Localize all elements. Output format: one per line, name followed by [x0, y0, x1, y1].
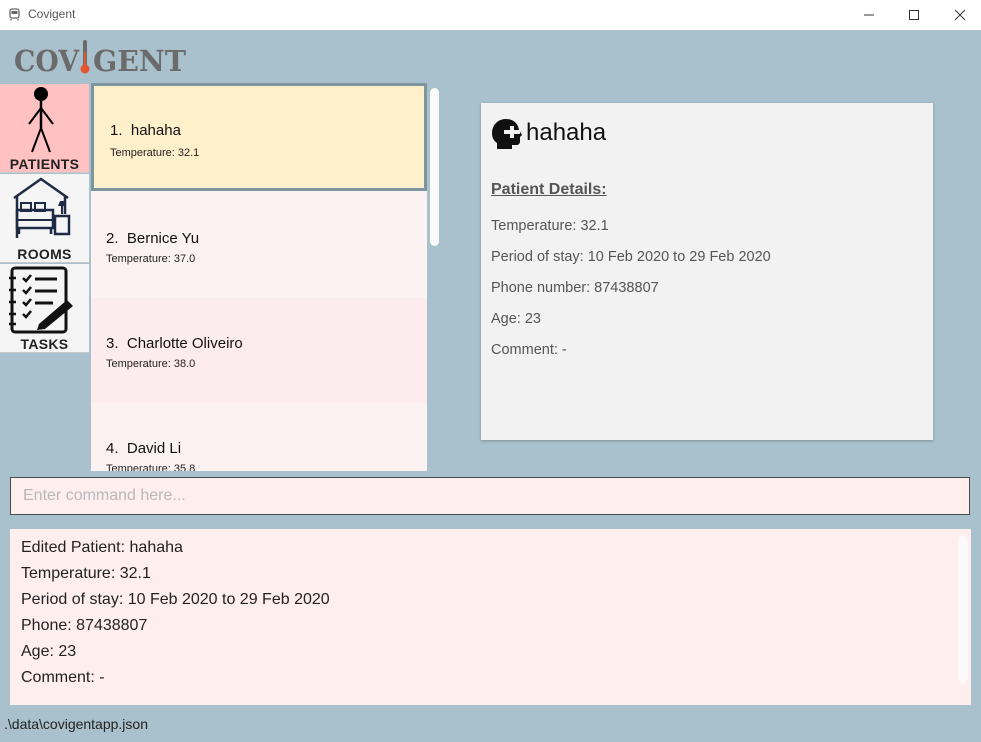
- nav-rooms[interactable]: ROOMS: [0, 174, 89, 263]
- result-line: Temperature: 32.1: [21, 565, 151, 582]
- status-bar: .\data\covigentapp.json: [0, 705, 981, 742]
- nav-tasks[interactable]: TASKS: [0, 264, 89, 353]
- command-input[interactable]: [11, 478, 969, 514]
- patient-detail-panel: hahaha Patient Details: Temperature: 32.…: [481, 103, 933, 440]
- result-line: Age: 23: [21, 643, 77, 660]
- minimize-icon: [864, 14, 874, 16]
- detail-patient-name: hahaha: [526, 119, 607, 146]
- patient-name: 2. Bernice Yu: [106, 230, 200, 247]
- save-location: .\data\covigentapp.json: [4, 716, 148, 732]
- result-line: Comment: -: [21, 669, 105, 686]
- nav-tasks-label: TASKS: [20, 336, 69, 352]
- detail-phone: Phone number: 87438807: [491, 280, 659, 296]
- checklist-icon: [9, 266, 73, 334]
- nav-rooms-label: ROOMS: [17, 246, 72, 262]
- close-icon: [954, 9, 966, 21]
- patient-temperature: Temperature: 35.8: [106, 463, 196, 471]
- maximize-icon: [909, 10, 919, 20]
- patient-card[interactable]: 1. hahaha Temperature: 32.1: [91, 83, 427, 191]
- patient-list[interactable]: 1. hahaha Temperature: 32.1 2. Bernice Y…: [91, 83, 427, 471]
- detail-comment: Comment: -: [491, 342, 567, 358]
- patient-temperature: Temperature: 37.0: [106, 253, 196, 265]
- app-icon: [9, 8, 20, 21]
- command-box[interactable]: [10, 477, 970, 515]
- patient-list-scrollbar[interactable]: [430, 88, 439, 246]
- covigent-logo: COV GENT: [14, 40, 186, 78]
- nav-patients[interactable]: PATIENTS: [0, 84, 89, 173]
- patient-name: 1. hahaha: [110, 122, 181, 139]
- nav-patients-label: PATIENTS: [9, 156, 80, 172]
- detail-period: Period of stay: 10 Feb 2020 to 29 Feb 20…: [491, 249, 771, 265]
- patient-card[interactable]: 3. Charlotte Oliveiro Temperature: 38.0: [91, 298, 427, 402]
- patient-name: 3. Charlotte Oliveiro: [106, 335, 243, 352]
- detail-age: Age: 23: [491, 311, 541, 327]
- window-title: Covigent: [28, 7, 76, 21]
- close-button[interactable]: [937, 0, 981, 30]
- result-scrollbar[interactable]: [958, 535, 968, 683]
- svg-text:GENT: GENT: [93, 44, 186, 78]
- minimize-button[interactable]: [846, 0, 892, 30]
- result-line: Phone: 87438807: [21, 617, 148, 634]
- patient-card[interactable]: 2. Bernice Yu Temperature: 37.0: [91, 194, 427, 298]
- patient-card[interactable]: 4. David Li Temperature: 35.8: [91, 403, 427, 471]
- stick-figure-icon: [28, 87, 54, 153]
- patient-head-icon: [492, 119, 522, 149]
- result-line: Edited Patient: hahaha: [21, 539, 183, 556]
- detail-temperature: Temperature: 32.1: [491, 218, 609, 234]
- patient-temperature: Temperature: 38.0: [106, 358, 196, 370]
- result-display[interactable]: Edited Patient: hahaha Temperature: 32.1…: [10, 529, 971, 705]
- patient-name: 4. David Li: [106, 440, 182, 457]
- bed-room-icon: [13, 177, 71, 238]
- window-title-bar: Covigent: [0, 0, 981, 30]
- patient-temperature: Temperature: 32.1: [110, 147, 200, 159]
- svg-text:COV: COV: [14, 44, 79, 78]
- detail-section-title: Patient Details:: [491, 181, 607, 198]
- maximize-button[interactable]: [891, 0, 937, 30]
- result-line: Period of stay: 10 Feb 2020 to 29 Feb 20…: [21, 591, 330, 608]
